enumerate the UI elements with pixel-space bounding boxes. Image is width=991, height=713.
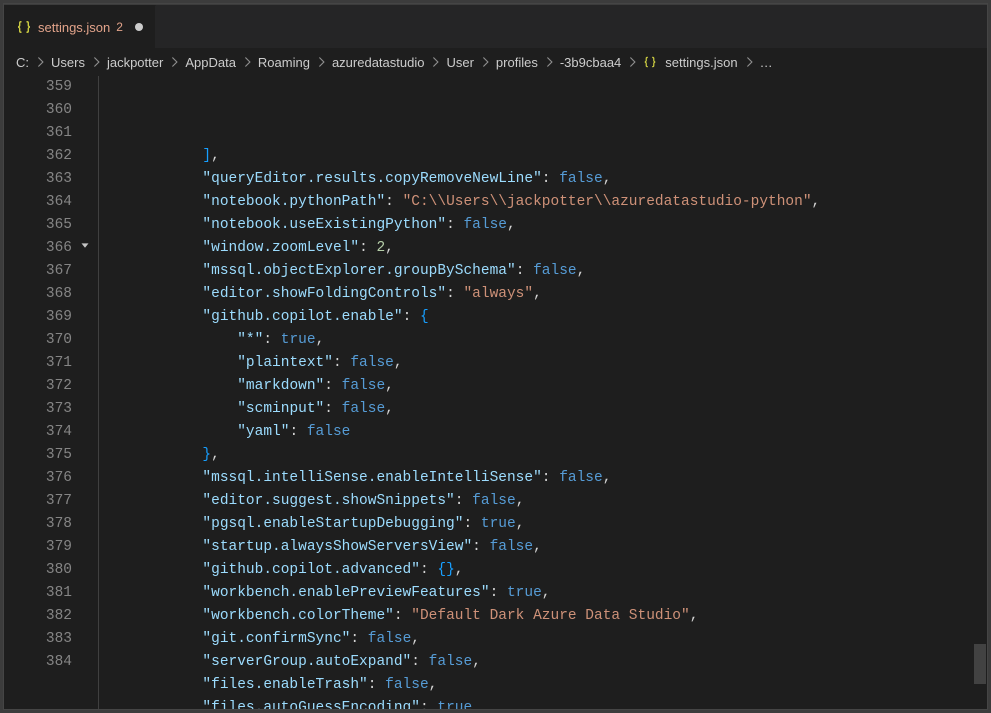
tab-label: settings.json bbox=[38, 20, 110, 35]
chevron-right-icon bbox=[742, 55, 756, 69]
json-file-icon bbox=[16, 19, 32, 35]
tab-settings-json[interactable]: settings.json 2 bbox=[4, 5, 156, 48]
code-line[interactable]: }, bbox=[98, 444, 973, 467]
line-number: 374 bbox=[4, 421, 72, 444]
code-line[interactable]: "window.zoomLevel": 2, bbox=[98, 237, 973, 260]
line-number: 368 bbox=[4, 283, 72, 306]
breadcrumb-segment[interactable]: AppData bbox=[185, 55, 236, 70]
line-number: 377 bbox=[4, 490, 72, 513]
unsaved-indicator-icon[interactable] bbox=[135, 23, 143, 31]
code-line[interactable]: "startup.alwaysShowServersView": false, bbox=[98, 536, 973, 559]
code-line[interactable]: "files.enableTrash": false, bbox=[98, 674, 973, 697]
code-line[interactable]: "queryEditor.results.copyRemoveNewLine":… bbox=[98, 168, 973, 191]
breadcrumb-segment[interactable]: azuredatastudio bbox=[332, 55, 425, 70]
vertical-scrollbar[interactable] bbox=[973, 76, 987, 709]
line-number: 370 bbox=[4, 329, 72, 352]
vertical-scrollbar-thumb[interactable] bbox=[974, 644, 986, 684]
json-file-icon bbox=[643, 55, 657, 69]
chevron-right-icon bbox=[625, 55, 639, 69]
line-number-gutter: 3593603613623633643653663673683693703713… bbox=[4, 76, 98, 709]
code-line[interactable]: "notebook.pythonPath": "C:\\Users\\jackp… bbox=[98, 191, 973, 214]
line-number: 381 bbox=[4, 582, 72, 605]
chevron-right-icon bbox=[240, 55, 254, 69]
code-line[interactable]: "workbench.enablePreviewFeatures": true, bbox=[98, 582, 973, 605]
line-number: 364 bbox=[4, 191, 72, 214]
line-number: 372 bbox=[4, 375, 72, 398]
line-number: 382 bbox=[4, 605, 72, 628]
code-line[interactable]: "github.copilot.enable": { bbox=[98, 306, 973, 329]
code-line[interactable]: ], bbox=[98, 145, 973, 168]
chevron-right-icon bbox=[542, 55, 556, 69]
line-number: 362 bbox=[4, 145, 72, 168]
chevron-right-icon bbox=[33, 55, 47, 69]
line-number: 378 bbox=[4, 513, 72, 536]
editor-window: settings.json 2 C: Users jackpotter AppData… bbox=[3, 3, 988, 710]
line-number: 380 bbox=[4, 559, 72, 582]
code-line[interactable]: "markdown": false, bbox=[98, 375, 973, 398]
line-number: 360 bbox=[4, 99, 72, 122]
code-line[interactable]: "workbench.colorTheme": "Default Dark Az… bbox=[98, 605, 973, 628]
breadcrumb-segment[interactable]: jackpotter bbox=[107, 55, 163, 70]
code-line[interactable]: "editor.showFoldingControls": "always", bbox=[98, 283, 973, 306]
line-number: 363 bbox=[4, 168, 72, 191]
code-line[interactable]: "github.copilot.advanced": {}, bbox=[98, 559, 973, 582]
code-line[interactable]: "*": true, bbox=[98, 329, 973, 352]
breadcrumb[interactable]: C: Users jackpotter AppData Roaming azuredata… bbox=[4, 48, 987, 76]
line-number: 384 bbox=[4, 651, 72, 674]
code-line[interactable]: "notebook.useExistingPython": false, bbox=[98, 214, 973, 237]
breadcrumb-ellipsis[interactable]: … bbox=[760, 55, 773, 70]
breadcrumb-segment[interactable]: Roaming bbox=[258, 55, 310, 70]
line-number: 367 bbox=[4, 260, 72, 283]
breadcrumb-segment[interactable]: User bbox=[446, 55, 473, 70]
chevron-right-icon bbox=[428, 55, 442, 69]
code-line[interactable]: "serverGroup.autoExpand": false, bbox=[98, 651, 973, 674]
line-number: 373 bbox=[4, 398, 72, 421]
line-number: 383 bbox=[4, 628, 72, 651]
code-line[interactable]: "scminput": false, bbox=[98, 398, 973, 421]
chevron-right-icon bbox=[167, 55, 181, 69]
code-editor[interactable]: 3593603613623633643653663673683693703713… bbox=[4, 76, 987, 709]
line-number: 361 bbox=[4, 122, 72, 145]
chevron-right-icon bbox=[89, 55, 103, 69]
breadcrumb-segment[interactable]: C: bbox=[16, 55, 29, 70]
code-line[interactable]: "plaintext": false, bbox=[98, 352, 973, 375]
line-number: 371 bbox=[4, 352, 72, 375]
breadcrumb-segment[interactable]: Users bbox=[51, 55, 85, 70]
code-content[interactable]: ], "queryEditor.results.copyRemoveNewLin… bbox=[98, 76, 973, 709]
line-number: 365 bbox=[4, 214, 72, 237]
line-number: 375 bbox=[4, 444, 72, 467]
breadcrumb-segment[interactable]: profiles bbox=[496, 55, 538, 70]
chevron-right-icon bbox=[314, 55, 328, 69]
line-number: 359 bbox=[4, 76, 72, 99]
chevron-right-icon bbox=[478, 55, 492, 69]
line-number: 379 bbox=[4, 536, 72, 559]
tab-bar: settings.json 2 bbox=[4, 4, 987, 48]
code-line[interactable]: "editor.suggest.showSnippets": false, bbox=[98, 490, 973, 513]
code-line[interactable]: "yaml": false bbox=[98, 421, 973, 444]
fold-chevron-down-icon[interactable] bbox=[78, 239, 92, 262]
code-line[interactable]: "mssql.objectExplorer.groupBySchema": fa… bbox=[98, 260, 973, 283]
code-line[interactable]: "pgsql.enableStartupDebugging": true, bbox=[98, 513, 973, 536]
code-line[interactable]: "git.confirmSync": false, bbox=[98, 628, 973, 651]
line-number: 376 bbox=[4, 467, 72, 490]
code-line[interactable]: "files.autoGuessEncoding": true bbox=[98, 697, 973, 709]
line-number: 366 bbox=[4, 237, 72, 260]
code-line[interactable]: "mssql.intelliSense.enableIntelliSense":… bbox=[98, 467, 973, 490]
line-number: 369 bbox=[4, 306, 72, 329]
breadcrumb-file[interactable]: settings.json bbox=[665, 55, 737, 70]
breadcrumb-segment[interactable]: -3b9cbaa4 bbox=[560, 55, 621, 70]
tab-badge: 2 bbox=[116, 20, 123, 34]
